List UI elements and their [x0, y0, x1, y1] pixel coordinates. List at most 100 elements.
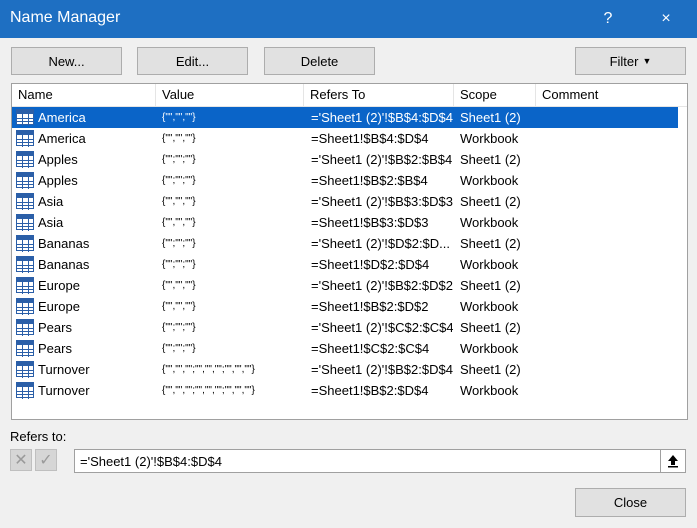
table-row[interactable]: Bananas {"";"";""} ='Sheet1 (2)'!$D$2:$D..…	[12, 233, 678, 254]
cell-refers-to: ='Sheet1 (2)'!$B$2:$B$4	[311, 152, 453, 167]
cell-refers-to: =Sheet1!$B$3:$D$3	[311, 215, 429, 230]
cell-value: {"";"";""}	[162, 259, 196, 270]
table-row[interactable]: Turnover {"","","";"","","";"","",""} =She…	[12, 380, 678, 401]
refers-to-value: ='Sheet1 (2)'!$B$4:$D$4	[80, 454, 222, 469]
cell-value: {"";"";""}	[162, 175, 196, 186]
cell-comment	[542, 296, 672, 317]
table-row[interactable]: Apples {"";"";""} =Sheet1!$B$2:$B$4 Workboo…	[12, 170, 678, 191]
edit-button[interactable]: Edit...	[137, 47, 248, 75]
cell-name: Asia	[38, 194, 64, 209]
cell-comment	[542, 170, 672, 191]
cell-value: {"";"";""}	[162, 322, 196, 333]
column-header-name[interactable]: Name	[12, 84, 156, 106]
column-header-refers-to[interactable]: Refers To	[304, 84, 454, 106]
cell-value: {"","",""}	[162, 112, 196, 123]
cell-name: Bananas	[38, 236, 90, 251]
close-window-button[interactable]: ×	[644, 0, 688, 38]
table-row[interactable]: America {"","",""} =Sheet1!$B$4:$D$4 Workbo…	[12, 128, 678, 149]
named-range-icon	[16, 298, 34, 315]
cell-scope: Sheet1 (2)	[460, 236, 521, 251]
delete-button[interactable]: Delete	[264, 47, 375, 75]
table-row[interactable]: Asia {"","",""} ='Sheet1 (2)'!$B$3:$D$3 She…	[12, 191, 678, 212]
cell-refers-to: =Sheet1!$D$2:$D$4	[311, 257, 430, 272]
title-bar: Name Manager ? ×	[0, 0, 697, 38]
cell-value: {"";"";""}	[162, 343, 196, 354]
named-range-icon	[16, 382, 34, 399]
cell-value: {"","",""}	[162, 196, 196, 207]
table-row[interactable]: Apples {"";"";""} ='Sheet1 (2)'!$B$2:$B$4 S…	[12, 149, 678, 170]
named-range-icon	[16, 235, 34, 252]
new-button[interactable]: New...	[11, 47, 122, 75]
named-range-icon	[16, 319, 34, 336]
upload-arrow-icon	[668, 455, 678, 468]
named-range-icon	[16, 172, 34, 189]
cell-refers-to: =Sheet1!$B$2:$D$4	[311, 383, 429, 398]
cell-comment	[542, 233, 672, 254]
filter-button[interactable]: Filter ▼	[575, 47, 686, 75]
cancel-icon[interactable]: ✕	[10, 449, 32, 471]
cell-refers-to: ='Sheet1 (2)'!$B$4:$D$4	[311, 110, 453, 125]
table-row[interactable]: Europe {"","",""} =Sheet1!$B$2:$D$2 Workboo…	[12, 296, 678, 317]
table-row[interactable]: America {"","",""} ='Sheet1 (2)'!$B$4:$D$4…	[12, 107, 678, 128]
cell-scope: Sheet1 (2)	[460, 110, 521, 125]
table-row[interactable]: Pears {"";"";""} ='Sheet1 (2)'!$C$2:$C$4 Sh…	[12, 317, 678, 338]
cell-scope: Sheet1 (2)	[460, 278, 521, 293]
cell-refers-to: ='Sheet1 (2)'!$D$2:$D...	[311, 236, 451, 251]
collapse-dialog-button[interactable]	[660, 450, 685, 472]
names-list[interactable]: Name Value Refers To Scope Comment Ameri…	[11, 83, 688, 420]
named-range-icon	[16, 130, 34, 147]
cell-refers-to: ='Sheet1 (2)'!$C$2:$C$4	[311, 320, 453, 335]
cell-name: Turnover	[38, 383, 90, 398]
named-range-icon	[16, 214, 34, 231]
named-range-icon	[16, 361, 34, 378]
cell-name: Turnover	[38, 362, 90, 377]
cell-name: Pears	[38, 320, 72, 335]
cell-scope: Sheet1 (2)	[460, 152, 521, 167]
delete-button-label: Delete	[300, 53, 339, 69]
named-range-icon	[16, 277, 34, 294]
close-button[interactable]: Close	[575, 488, 686, 517]
table-row[interactable]: Asia {"","",""} =Sheet1!$B$3:$D$3 Workbook	[12, 212, 678, 233]
cell-scope: Workbook	[460, 383, 519, 398]
cell-comment	[542, 275, 672, 296]
cell-value: {"";"";""}	[162, 238, 196, 249]
cell-comment	[542, 254, 672, 275]
cell-value: {"","",""}	[162, 280, 196, 291]
table-row[interactable]: Bananas {"";"";""} =Sheet1!$D$2:$D$4 Workbo…	[12, 254, 678, 275]
column-header-scope[interactable]: Scope	[454, 84, 536, 106]
cell-comment	[542, 212, 672, 233]
cell-comment	[542, 338, 672, 359]
cell-value: {"","",""}	[162, 217, 196, 228]
cell-refers-to: =Sheet1!$C$2:$C$4	[311, 341, 430, 356]
refers-to-label: Refers to:	[10, 429, 67, 444]
cell-refers-to: ='Sheet1 (2)'!$B$3:$D$3	[311, 194, 453, 209]
table-row[interactable]: Europe {"","",""} ='Sheet1 (2)'!$B$2:$D$2 S…	[12, 275, 678, 296]
cell-comment	[542, 128, 672, 149]
list-header: Name Value Refers To Scope Comment	[12, 84, 687, 107]
cell-refers-to: =Sheet1!$B$2:$B$4	[311, 173, 428, 188]
cell-scope: Sheet1 (2)	[460, 362, 521, 377]
cell-comment	[542, 107, 672, 128]
cell-name: Europe	[38, 299, 80, 314]
cell-scope: Workbook	[460, 341, 519, 356]
named-range-icon	[16, 109, 34, 126]
refers-to-input[interactable]: ='Sheet1 (2)'!$B$4:$D$4	[74, 449, 686, 473]
named-range-icon	[16, 151, 34, 168]
cell-name: Pears	[38, 341, 72, 356]
cell-value: {"","",""}	[162, 133, 196, 144]
column-header-comment[interactable]: Comment	[536, 84, 687, 106]
cell-name: America	[38, 110, 86, 125]
edit-button-label: Edit...	[175, 53, 210, 69]
table-row[interactable]: Turnover {"","","";"","","";"","",""} ='Sh…	[12, 359, 678, 380]
table-row[interactable]: Pears {"";"";""} =Sheet1!$C$2:$C$4 Workbook	[12, 338, 678, 359]
check-icon[interactable]: ✓	[35, 449, 57, 471]
cell-scope: Workbook	[460, 257, 519, 272]
cell-comment	[542, 149, 672, 170]
cell-comment	[542, 380, 672, 401]
help-button[interactable]: ?	[586, 0, 630, 38]
cell-comment	[542, 359, 672, 380]
window-title: Name Manager	[10, 9, 121, 26]
new-button-label: New...	[48, 53, 85, 69]
filter-button-label: Filter	[609, 53, 639, 69]
column-header-value[interactable]: Value	[156, 84, 304, 106]
